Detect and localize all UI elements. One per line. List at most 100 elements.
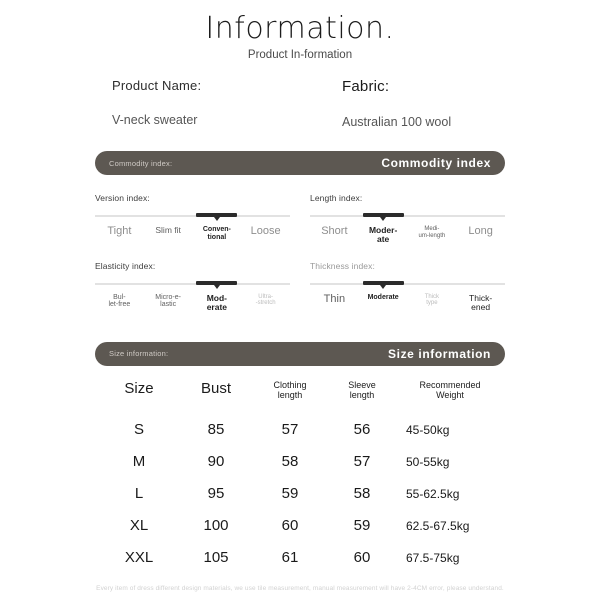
index-title: Version index:: [95, 193, 150, 204]
commodity-index-title: Commodity index: [381, 156, 491, 171]
scale-track: [310, 282, 505, 285]
size-table-head: Size Bust Clothing length Sleeve length Recomm…: [100, 380, 500, 414]
scale-option[interactable]: Conven-tional: [193, 226, 242, 241]
size-table-header-cell: Sleeve length: [348, 379, 376, 401]
size-information-small-label: Size information:: [109, 349, 169, 359]
index-scale[interactable]: [310, 280, 505, 292]
scale-marker-icon: [380, 217, 387, 222]
size-table-cell-weight: 45-50kg: [406, 422, 450, 437]
index-row-2: Elasticity index: Bul-let-free Micro-e-las…: [95, 261, 505, 312]
size-table-cell-size: L: [134, 485, 144, 503]
product-name-column: Product Name: V-neck sweater: [112, 78, 342, 129]
size-table-cell-sleeve-length: 57: [353, 453, 371, 471]
table-row: L 95 59 58 55-62.5kg: [100, 478, 500, 510]
scale-marker-icon: [380, 284, 387, 289]
page-title: Information.: [205, 11, 395, 46]
scale-option[interactable]: Thin: [310, 293, 359, 312]
commodity-index-section: Commodity index: Commodity index: [0, 151, 600, 176]
fabric-value: Australian 100 wool: [342, 115, 452, 130]
size-table-cell-bust: 100: [203, 517, 229, 535]
size-table-header-row: Size Bust Clothing length Sleeve length Recomm…: [100, 380, 500, 414]
index-title: Thickness index:: [310, 260, 375, 271]
index-thickness: Thickness index: Thin Moderate Thick type Thi…: [310, 261, 505, 312]
size-table-cell-weight: 67.5-75kg: [406, 550, 460, 565]
scale-option[interactable]: Medi-um-length: [408, 226, 457, 244]
scale-option[interactable]: Bul-let-free: [95, 294, 144, 312]
size-table-cell-sleeve-length: 60: [353, 549, 371, 567]
size-table-cell-size: M: [132, 453, 146, 471]
index-scale[interactable]: [95, 212, 290, 224]
size-table-header-cell: Clothing length: [273, 379, 307, 401]
scale-track: [95, 215, 290, 218]
header: Information. Product In-formation: [0, 0, 600, 62]
size-table-cell-size: S: [133, 421, 144, 439]
size-information-bar: Size information: Size information: [95, 341, 505, 366]
size-table-cell-clothing-length: 58: [281, 453, 299, 471]
scale-option[interactable]: Micro-e-lastic: [144, 294, 193, 312]
scale-option[interactable]: Thick type: [408, 294, 457, 312]
commodity-index-small-label: Commodity index:: [109, 158, 173, 168]
size-table-cell-weight: 55-62.5kg: [406, 486, 460, 501]
product-name-value: V-neck sweater: [112, 113, 198, 128]
footer-disclaimer: Every item of dress different design mat…: [96, 585, 504, 592]
size-table-cell-clothing-length: 61: [281, 549, 299, 567]
size-table-cell-bust: 85: [207, 421, 225, 439]
size-table-body: S 85 57 56 45-50kg M 90 58 57 50-55kg L 95 59 58 55-62…: [100, 414, 500, 574]
size-table-cell-size: XXL: [124, 549, 154, 567]
size-table-header-cell: Recommended Weight: [419, 379, 481, 401]
index-elasticity: Elasticity index: Bul-let-free Micro-e-las…: [95, 261, 290, 312]
index-title: Elasticity index:: [95, 260, 156, 271]
scale-track: [95, 282, 290, 285]
size-table-cell-bust: 90: [207, 453, 225, 471]
index-scale[interactable]: [95, 280, 290, 292]
size-table: Size Bust Clothing length Sleeve length Recomm…: [100, 380, 500, 574]
page-subtitle: Product In-formation: [247, 49, 353, 61]
fabric-column: Fabric: Australian 100 wool: [342, 78, 572, 129]
table-row: M 90 58 57 50-55kg: [100, 446, 500, 478]
size-table-cell-weight: 62.5-67.5kg: [406, 518, 470, 533]
size-table-cell-sleeve-length: 59: [353, 517, 371, 535]
size-table-header-cell: Bust: [200, 379, 231, 397]
scale-labels: Bul-let-free Micro-e-lastic Mod-erate Ultra…: [95, 293, 290, 312]
size-table-cell-bust: 105: [203, 549, 229, 567]
scale-option[interactable]: Thick-ened: [456, 293, 505, 312]
commodity-index-bar: Commodity index: Commodity index: [95, 151, 505, 176]
scale-marker-icon: [213, 217, 220, 222]
index-scale[interactable]: [310, 212, 505, 224]
size-table-cell-sleeve-length: 58: [353, 485, 371, 503]
scale-option[interactable]: Short: [310, 225, 359, 244]
scale-option[interactable]: Long: [456, 225, 505, 244]
scale-track: [310, 215, 505, 218]
size-table-cell-weight: 50-55kg: [406, 454, 450, 469]
size-information-title: Size information: [388, 346, 491, 361]
fabric-label: Fabric:: [342, 78, 390, 96]
size-table-cell-clothing-length: 59: [281, 485, 299, 503]
scale-marker-icon: [213, 284, 220, 289]
size-table-cell-sleeve-length: 56: [353, 421, 371, 439]
size-table-header-cell: Size: [124, 379, 154, 397]
scale-option[interactable]: Mod-erate: [193, 293, 242, 312]
scale-option[interactable]: Tight: [95, 225, 144, 241]
size-information-section: Size information: Size information: [0, 341, 600, 366]
table-row: XL 100 60 59 62.5-67.5kg: [100, 510, 500, 542]
scale-option[interactable]: Loose: [241, 225, 290, 241]
index-row-1: Version index: Tight Slim fit Conven-tional…: [95, 193, 505, 244]
scale-labels: Tight Slim fit Conven-tional Loose: [95, 225, 290, 241]
size-table-cell-size: XL: [129, 517, 149, 535]
scale-labels: Thin Moderate Thick type Thick-ened: [310, 293, 505, 312]
index-version: Version index: Tight Slim fit Conven-tional…: [95, 193, 290, 244]
scale-option[interactable]: Moderate: [359, 294, 408, 312]
size-table-cell-bust: 95: [207, 485, 225, 503]
size-table-cell-clothing-length: 57: [281, 421, 299, 439]
table-row: S 85 57 56 45-50kg: [100, 414, 500, 446]
index-length: Length index: Short Moder-ate Medi-um-lengt…: [310, 193, 505, 244]
product-summary: Product Name: V-neck sweater Fabric: Aus…: [0, 78, 600, 129]
scale-option[interactable]: Moder-ate: [359, 226, 408, 245]
product-name-label: Product Name:: [112, 78, 202, 94]
scale-option[interactable]: Ultra- -stretch: [241, 294, 290, 312]
table-row: XXL 105 61 60 67.5-75kg: [100, 542, 500, 574]
scale-labels: Short Moder-ate Medi-um-length Long: [310, 225, 505, 245]
size-table-cell-clothing-length: 60: [281, 517, 299, 535]
index-title: Length index:: [310, 193, 363, 204]
scale-option[interactable]: Slim fit: [144, 226, 193, 241]
